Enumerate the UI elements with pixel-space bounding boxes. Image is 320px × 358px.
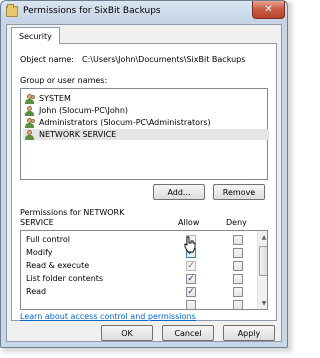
user-icon xyxy=(24,129,36,140)
users-group-icon xyxy=(24,117,36,128)
scroll-up-arrow-icon[interactable]: ▲ xyxy=(258,231,267,243)
permission-row xyxy=(21,298,257,309)
allow-column-header: Allow xyxy=(178,218,200,227)
permissions-label-line1: Permissions for NETWORK xyxy=(20,208,125,217)
permissions-label-line2: SERVICE xyxy=(20,218,54,227)
scroll-down-arrow-icon[interactable]: ▼ xyxy=(258,297,267,309)
add-button[interactable]: Add... xyxy=(153,184,205,200)
ok-button[interactable]: OK xyxy=(101,325,153,341)
remove-button[interactable]: Remove xyxy=(213,184,265,200)
tab-security[interactable]: Security xyxy=(11,27,60,44)
object-name-value: C:\Users\John\Documents\SixBit Backups xyxy=(82,55,246,64)
permission-name: Full control xyxy=(26,235,70,244)
list-item-selected[interactable]: NETWORK SERVICE xyxy=(23,129,269,140)
deny-checkbox[interactable] xyxy=(233,235,243,245)
permissions-dialog: Permissions for SixBit Backups ✕ Securit… xyxy=(0,0,288,348)
group-names-label: Group or user names: xyxy=(20,76,108,85)
deny-checkbox[interactable] xyxy=(233,274,243,284)
object-name-label: Object name: xyxy=(20,55,74,64)
hand-cursor-icon xyxy=(184,236,196,253)
permission-row: Read & execute ✓ xyxy=(21,259,257,273)
close-button[interactable]: ✕ xyxy=(252,1,285,19)
permission-name: List folder contents xyxy=(26,274,104,283)
deny-checkbox[interactable] xyxy=(233,248,243,258)
users-group-icon xyxy=(24,93,36,104)
allow-checkbox[interactable] xyxy=(186,300,196,309)
deny-checkbox[interactable] xyxy=(233,287,243,297)
user-icon xyxy=(24,105,36,116)
permission-name: Read & execute xyxy=(26,261,90,270)
allow-checkbox[interactable]: ✓ xyxy=(186,274,196,284)
allow-checkbox[interactable]: ✓ xyxy=(186,261,196,271)
deny-checkbox[interactable] xyxy=(233,261,243,271)
permissions-list: Full control Modify ✓ Read & execute ✓ L… xyxy=(20,230,268,310)
security-tab-panel: Object name: C:\Users\John\Documents\Six… xyxy=(11,43,277,321)
title-bar[interactable]: Permissions for SixBit Backups ✕ xyxy=(1,1,287,23)
access-control-help-link[interactable]: Learn about access control and permissio… xyxy=(20,312,196,321)
permission-name: Modify xyxy=(26,248,53,257)
window-title: Permissions for SixBit Backups xyxy=(23,6,161,16)
list-item[interactable]: SYSTEM xyxy=(23,93,269,104)
permission-row: Modify ✓ xyxy=(21,246,257,260)
scrollbar-thumb[interactable] xyxy=(259,246,267,276)
permission-name: Read xyxy=(26,287,47,296)
folder-icon xyxy=(6,4,18,17)
list-item-label: Administrators (Slocum-PC\Administrators… xyxy=(39,118,211,127)
permission-row: List folder contents ✓ xyxy=(21,272,257,286)
group-user-list[interactable]: SYSTEM John (Slocum-PC\John) Administrat… xyxy=(20,88,269,180)
permission-row: Read ✓ xyxy=(21,285,257,299)
list-item-label: NETWORK SERVICE xyxy=(39,130,117,139)
apply-button[interactable]: Apply xyxy=(223,325,275,341)
permissions-scrollbar[interactable]: ▲ ▼ xyxy=(257,231,267,309)
allow-checkbox[interactable]: ✓ xyxy=(186,287,196,297)
dialog-body: Security Object name: C:\Users\John\Docu… xyxy=(6,24,282,342)
permission-row: Full control xyxy=(21,233,257,247)
cancel-button[interactable]: Cancel xyxy=(162,325,214,341)
list-item-label: John (Slocum-PC\John) xyxy=(39,106,129,115)
list-item[interactable]: John (Slocum-PC\John) xyxy=(23,105,269,116)
deny-column-header: Deny xyxy=(226,218,247,227)
deny-checkbox[interactable] xyxy=(233,300,243,309)
list-item-label: SYSTEM xyxy=(39,94,71,103)
list-item[interactable]: Administrators (Slocum-PC\Administrators… xyxy=(23,117,269,128)
